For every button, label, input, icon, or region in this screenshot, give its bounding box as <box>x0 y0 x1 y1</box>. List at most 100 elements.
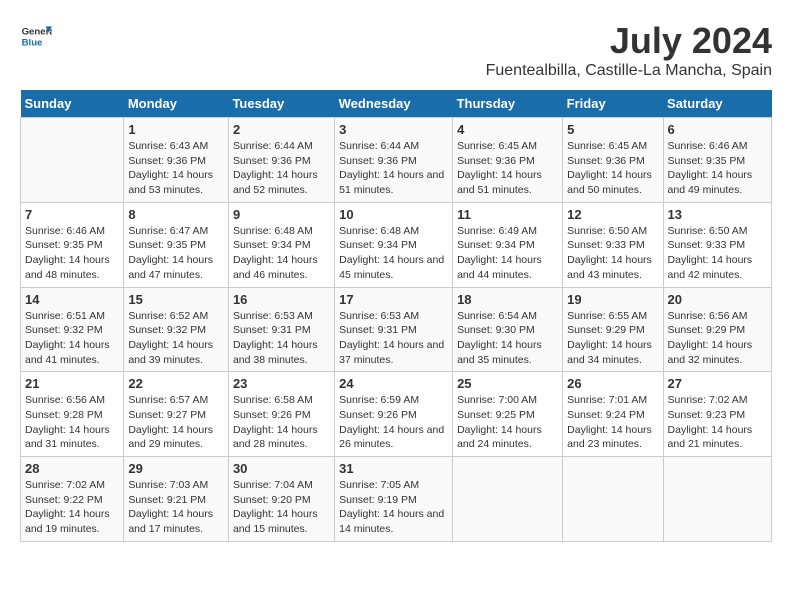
daylight-text: Daylight: 14 hours and 49 minutes. <box>668 168 767 197</box>
calendar-cell: 8 Sunrise: 6:47 AM Sunset: 9:35 PM Dayli… <box>124 202 229 287</box>
sunrise-text: Sunrise: 6:50 AM <box>668 224 767 239</box>
days-header-row: Sunday Monday Tuesday Wednesday Thursday… <box>21 90 772 118</box>
day-number: 4 <box>457 122 558 137</box>
calendar-cell: 12 Sunrise: 6:50 AM Sunset: 9:33 PM Dayl… <box>563 202 663 287</box>
sunset-text: Sunset: 9:20 PM <box>233 493 330 508</box>
day-number: 31 <box>339 461 448 476</box>
sunrise-text: Sunrise: 6:48 AM <box>339 224 448 239</box>
sunrise-text: Sunrise: 7:01 AM <box>567 393 658 408</box>
sunrise-text: Sunrise: 6:56 AM <box>668 309 767 324</box>
sunrise-text: Sunrise: 6:53 AM <box>339 309 448 324</box>
calendar-table: Sunday Monday Tuesday Wednesday Thursday… <box>20 90 772 542</box>
sunrise-text: Sunrise: 6:52 AM <box>128 309 224 324</box>
sunrise-text: Sunrise: 6:58 AM <box>233 393 330 408</box>
sunset-text: Sunset: 9:29 PM <box>668 323 767 338</box>
day-number: 29 <box>128 461 224 476</box>
day-info: Sunrise: 7:05 AM Sunset: 9:19 PM Dayligh… <box>339 478 448 537</box>
daylight-text: Daylight: 14 hours and 39 minutes. <box>128 338 224 367</box>
day-info: Sunrise: 6:44 AM Sunset: 9:36 PM Dayligh… <box>233 139 330 198</box>
sunset-text: Sunset: 9:34 PM <box>339 238 448 253</box>
calendar-cell: 17 Sunrise: 6:53 AM Sunset: 9:31 PM Dayl… <box>335 287 453 372</box>
main-title: July 2024 <box>486 20 772 62</box>
calendar-cell: 20 Sunrise: 6:56 AM Sunset: 9:29 PM Dayl… <box>663 287 771 372</box>
sunset-text: Sunset: 9:35 PM <box>668 154 767 169</box>
calendar-cell: 24 Sunrise: 6:59 AM Sunset: 9:26 PM Dayl… <box>335 372 453 457</box>
header-saturday: Saturday <box>663 90 771 118</box>
calendar-week-row: 28 Sunrise: 7:02 AM Sunset: 9:22 PM Dayl… <box>21 457 772 542</box>
day-number: 18 <box>457 292 558 307</box>
calendar-week-row: 14 Sunrise: 6:51 AM Sunset: 9:32 PM Dayl… <box>21 287 772 372</box>
day-info: Sunrise: 6:54 AM Sunset: 9:30 PM Dayligh… <box>457 309 558 368</box>
daylight-text: Daylight: 14 hours and 41 minutes. <box>25 338 119 367</box>
day-info: Sunrise: 6:48 AM Sunset: 9:34 PM Dayligh… <box>233 224 330 283</box>
calendar-cell <box>453 457 563 542</box>
calendar-cell: 30 Sunrise: 7:04 AM Sunset: 9:20 PM Dayl… <box>228 457 334 542</box>
day-number: 8 <box>128 207 224 222</box>
sunrise-text: Sunrise: 6:47 AM <box>128 224 224 239</box>
calendar-cell <box>663 457 771 542</box>
logo-icon: General Blue <box>20 20 52 52</box>
calendar-cell: 2 Sunrise: 6:44 AM Sunset: 9:36 PM Dayli… <box>228 118 334 203</box>
sunset-text: Sunset: 9:21 PM <box>128 493 224 508</box>
day-info: Sunrise: 6:56 AM Sunset: 9:28 PM Dayligh… <box>25 393 119 452</box>
day-number: 17 <box>339 292 448 307</box>
sunrise-text: Sunrise: 6:46 AM <box>25 224 119 239</box>
day-info: Sunrise: 6:49 AM Sunset: 9:34 PM Dayligh… <box>457 224 558 283</box>
sunrise-text: Sunrise: 6:55 AM <box>567 309 658 324</box>
calendar-cell: 3 Sunrise: 6:44 AM Sunset: 9:36 PM Dayli… <box>335 118 453 203</box>
calendar-cell <box>563 457 663 542</box>
sunrise-text: Sunrise: 6:54 AM <box>457 309 558 324</box>
daylight-text: Daylight: 14 hours and 29 minutes. <box>128 423 224 452</box>
sunrise-text: Sunrise: 6:44 AM <box>339 139 448 154</box>
calendar-cell: 13 Sunrise: 6:50 AM Sunset: 9:33 PM Dayl… <box>663 202 771 287</box>
daylight-text: Daylight: 14 hours and 14 minutes. <box>339 507 448 536</box>
header-sunday: Sunday <box>21 90 124 118</box>
daylight-text: Daylight: 14 hours and 45 minutes. <box>339 253 448 282</box>
daylight-text: Daylight: 14 hours and 31 minutes. <box>25 423 119 452</box>
day-info: Sunrise: 6:59 AM Sunset: 9:26 PM Dayligh… <box>339 393 448 452</box>
sunset-text: Sunset: 9:34 PM <box>233 238 330 253</box>
calendar-cell: 21 Sunrise: 6:56 AM Sunset: 9:28 PM Dayl… <box>21 372 124 457</box>
calendar-cell: 28 Sunrise: 7:02 AM Sunset: 9:22 PM Dayl… <box>21 457 124 542</box>
daylight-text: Daylight: 14 hours and 19 minutes. <box>25 507 119 536</box>
day-number: 12 <box>567 207 658 222</box>
day-info: Sunrise: 7:02 AM Sunset: 9:22 PM Dayligh… <box>25 478 119 537</box>
calendar-cell <box>21 118 124 203</box>
daylight-text: Daylight: 14 hours and 38 minutes. <box>233 338 330 367</box>
day-info: Sunrise: 6:47 AM Sunset: 9:35 PM Dayligh… <box>128 224 224 283</box>
day-number: 9 <box>233 207 330 222</box>
day-number: 16 <box>233 292 330 307</box>
calendar-week-row: 7 Sunrise: 6:46 AM Sunset: 9:35 PM Dayli… <box>21 202 772 287</box>
daylight-text: Daylight: 14 hours and 53 minutes. <box>128 168 224 197</box>
sunset-text: Sunset: 9:25 PM <box>457 408 558 423</box>
sunrise-text: Sunrise: 7:00 AM <box>457 393 558 408</box>
day-number: 22 <box>128 376 224 391</box>
header-thursday: Thursday <box>453 90 563 118</box>
daylight-text: Daylight: 14 hours and 50 minutes. <box>567 168 658 197</box>
day-number: 15 <box>128 292 224 307</box>
day-info: Sunrise: 6:45 AM Sunset: 9:36 PM Dayligh… <box>567 139 658 198</box>
header: General Blue July 2024 Fuentealbilla, Ca… <box>20 20 772 80</box>
day-info: Sunrise: 6:44 AM Sunset: 9:36 PM Dayligh… <box>339 139 448 198</box>
daylight-text: Daylight: 14 hours and 17 minutes. <box>128 507 224 536</box>
sunset-text: Sunset: 9:36 PM <box>128 154 224 169</box>
header-friday: Friday <box>563 90 663 118</box>
sunrise-text: Sunrise: 7:05 AM <box>339 478 448 493</box>
daylight-text: Daylight: 14 hours and 28 minutes. <box>233 423 330 452</box>
sunset-text: Sunset: 9:34 PM <box>457 238 558 253</box>
day-number: 13 <box>668 207 767 222</box>
day-info: Sunrise: 6:46 AM Sunset: 9:35 PM Dayligh… <box>668 139 767 198</box>
daylight-text: Daylight: 14 hours and 42 minutes. <box>668 253 767 282</box>
subtitle: Fuentealbilla, Castille-La Mancha, Spain <box>486 62 772 80</box>
sunset-text: Sunset: 9:30 PM <box>457 323 558 338</box>
logo: General Blue <box>20 20 52 52</box>
daylight-text: Daylight: 14 hours and 51 minutes. <box>339 168 448 197</box>
calendar-cell: 15 Sunrise: 6:52 AM Sunset: 9:32 PM Dayl… <box>124 287 229 372</box>
day-number: 21 <box>25 376 119 391</box>
sunset-text: Sunset: 9:33 PM <box>668 238 767 253</box>
title-section: July 2024 Fuentealbilla, Castille-La Man… <box>486 20 772 80</box>
sunset-text: Sunset: 9:22 PM <box>25 493 119 508</box>
daylight-text: Daylight: 14 hours and 47 minutes. <box>128 253 224 282</box>
sunset-text: Sunset: 9:36 PM <box>457 154 558 169</box>
sunrise-text: Sunrise: 6:50 AM <box>567 224 658 239</box>
